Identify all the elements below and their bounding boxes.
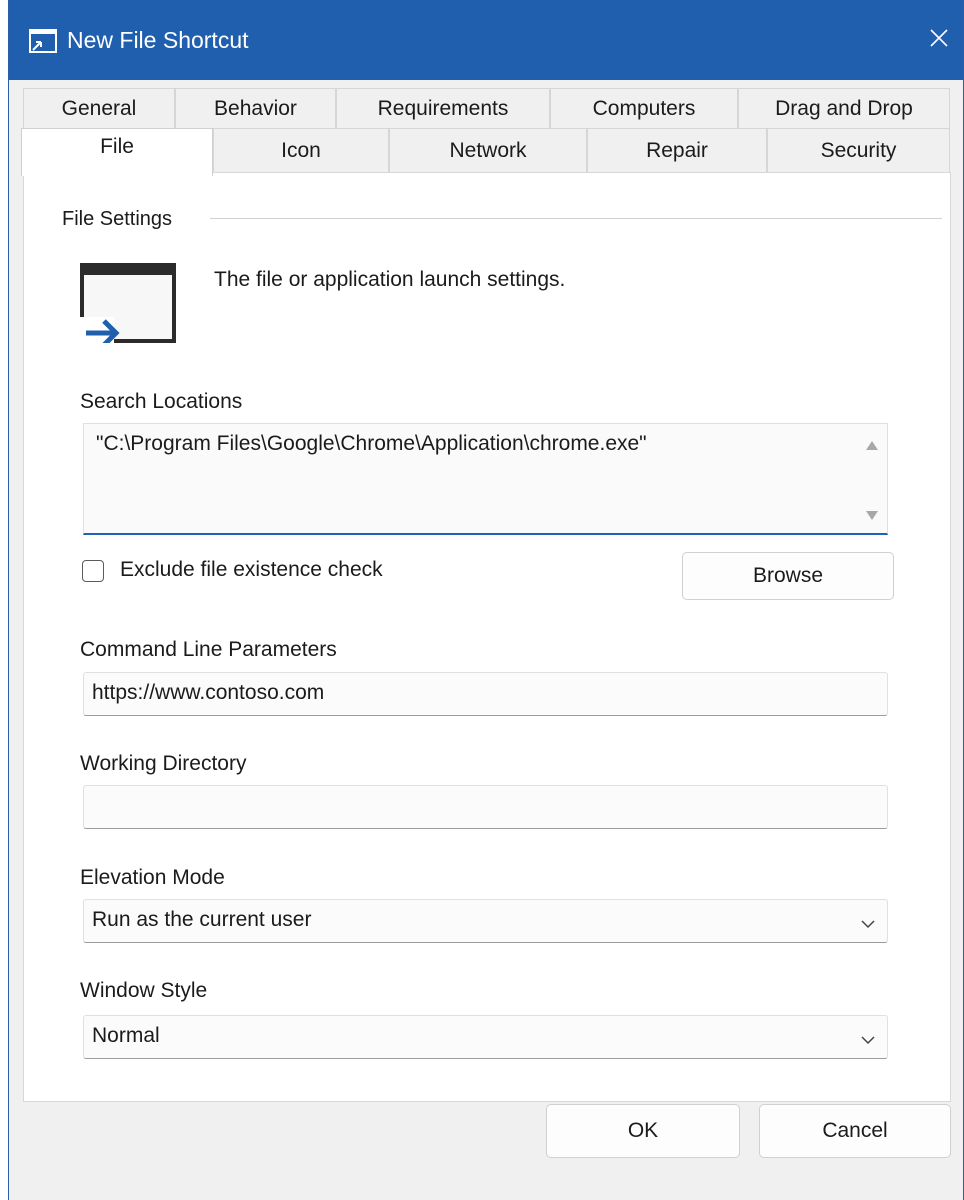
dialog-window: New File Shortcut General Behavior Requi… <box>8 0 964 1200</box>
close-icon <box>929 28 949 53</box>
scroll-down-icon[interactable] <box>865 509 879 521</box>
section-description: The file or application launch settings. <box>214 268 566 291</box>
window-style-select[interactable]: Normal <box>83 1015 888 1059</box>
command-line-input[interactable]: https://www.contoso.com <box>83 672 888 716</box>
command-line-value: https://www.contoso.com <box>92 681 325 704</box>
tab-network[interactable]: Network <box>389 128 587 172</box>
working-directory-input[interactable] <box>83 785 888 829</box>
window-style-value: Normal <box>92 1024 160 1047</box>
search-locations-input[interactable]: "C:\Program Files\Google\Chrome\Applicat… <box>83 423 888 535</box>
scroll-up-icon[interactable] <box>865 438 879 450</box>
tab-repair[interactable]: Repair <box>587 128 767 172</box>
tab-computers[interactable]: Computers <box>550 88 738 128</box>
section-title: File Settings <box>62 208 173 230</box>
tab-icon[interactable]: Icon <box>213 128 389 172</box>
elevation-mode-select[interactable]: Run as the current user <box>83 899 888 943</box>
tab-security[interactable]: Security <box>767 128 950 172</box>
exclude-file-existence-checkbox[interactable] <box>82 560 104 582</box>
elevation-mode-value: Run as the current user <box>92 908 312 931</box>
chevron-down-icon <box>861 916 875 929</box>
exclude-file-existence-label[interactable]: Exclude file existence check <box>120 558 383 582</box>
tab-behavior[interactable]: Behavior <box>175 88 336 128</box>
shortcut-window-icon <box>29 28 57 54</box>
title-bar: New File Shortcut <box>9 0 963 80</box>
file-settings-panel: File Settings The file or application la… <box>23 172 951 1102</box>
chevron-down-icon <box>861 1032 875 1045</box>
window-style-label: Window Style <box>80 979 208 1002</box>
tab-general[interactable]: General <box>23 88 175 128</box>
search-locations-value: "C:\Program Files\Google\Chrome\Applicat… <box>96 432 647 455</box>
ok-button[interactable]: OK <box>546 1104 740 1158</box>
tab-drag-and-drop[interactable]: Drag and Drop <box>738 88 950 128</box>
command-line-label: Command Line Parameters <box>80 638 337 661</box>
section-divider <box>210 218 942 219</box>
search-locations-label: Search Locations <box>80 390 243 413</box>
working-directory-label: Working Directory <box>80 752 247 775</box>
browse-button[interactable]: Browse <box>682 552 894 600</box>
window-title: New File Shortcut <box>67 27 249 53</box>
tab-file[interactable]: File <box>21 128 213 176</box>
close-button[interactable] <box>915 18 963 62</box>
file-launch-icon <box>80 263 176 347</box>
elevation-mode-label: Elevation Mode <box>80 866 225 889</box>
cancel-button[interactable]: Cancel <box>759 1104 951 1158</box>
tab-requirements[interactable]: Requirements <box>336 88 550 128</box>
tab-strip: General Behavior Requirements Computers … <box>9 88 963 176</box>
